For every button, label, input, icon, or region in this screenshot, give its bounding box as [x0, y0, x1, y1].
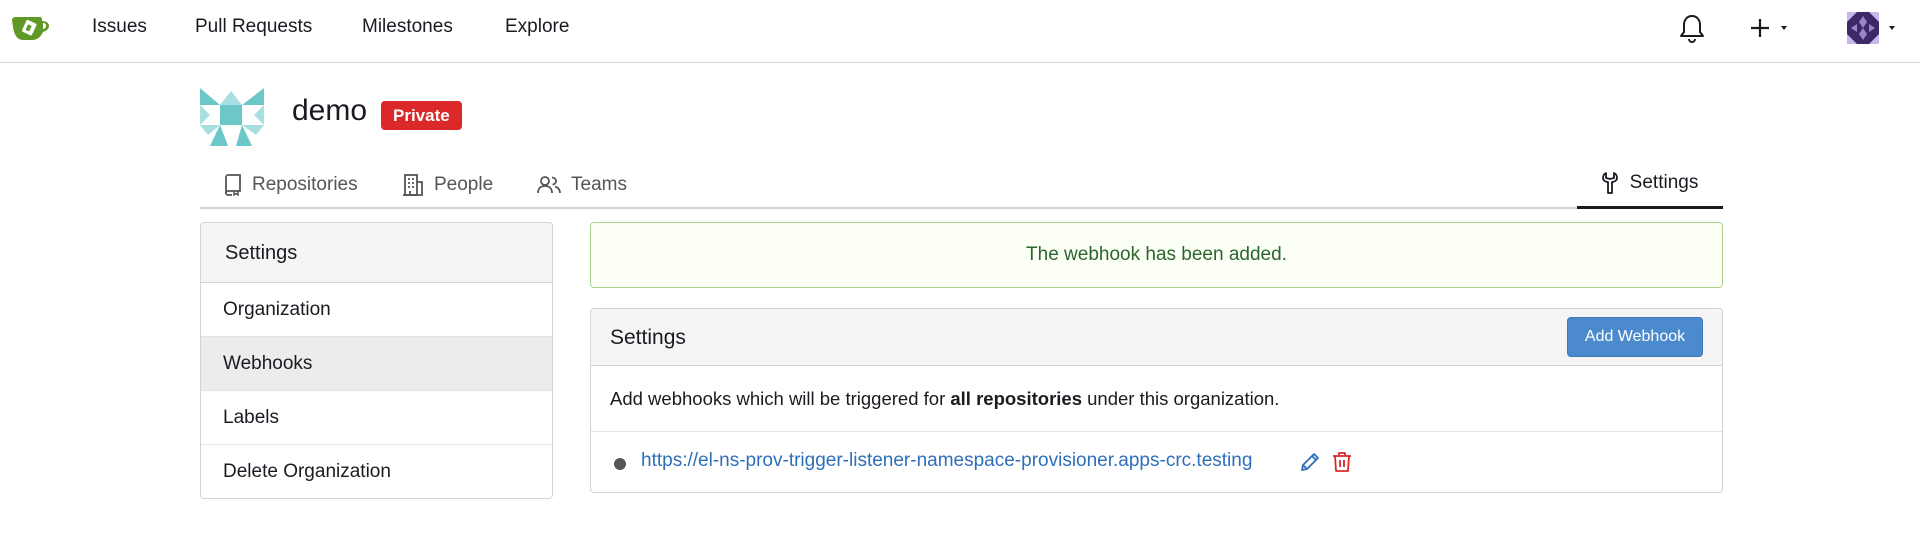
gitea-logo-icon[interactable] [10, 12, 50, 42]
sidebar-item-organization[interactable]: Organization [201, 283, 552, 337]
settings-sidebar: Settings Organization Webhooks Labels De… [200, 222, 553, 499]
plus-icon[interactable] [1746, 10, 1794, 46]
desc-text: Add webhooks which will be triggered for [610, 388, 951, 409]
private-badge: Private [381, 101, 462, 130]
tab-label: People [434, 173, 494, 195]
sidebar-header: Settings [201, 223, 552, 283]
people-icon [537, 175, 561, 193]
nav-explore[interactable]: Explore [505, 16, 569, 38]
org-name: demo [292, 94, 368, 127]
webhooks-description: Add webhooks which will be triggered for… [591, 366, 1722, 432]
nav-pull-requests[interactable]: Pull Requests [195, 16, 312, 38]
repo-icon [225, 173, 241, 196]
tab-teams[interactable]: Teams [537, 160, 627, 209]
org-tabs: Repositories People Teams Settings [200, 160, 1723, 209]
nav-issues[interactable]: Issues [92, 16, 147, 38]
webhook-row: https://el-ns-prov-trigger-listener-name… [591, 432, 1722, 492]
sidebar-item-labels[interactable]: Labels [201, 391, 552, 445]
tab-repositories[interactable]: Repositories [224, 160, 358, 209]
building-icon [403, 173, 423, 196]
tab-settings[interactable]: Settings [1577, 160, 1723, 209]
trash-icon[interactable] [1332, 451, 1352, 473]
webhook-url-link[interactable]: https://el-ns-prov-trigger-listener-name… [641, 450, 1252, 472]
panel-header: Settings Add Webhook [591, 309, 1722, 366]
nav-milestones[interactable]: Milestones [362, 16, 453, 38]
tab-people[interactable]: People [402, 160, 493, 209]
user-avatar-menu[interactable] [1845, 10, 1901, 50]
panel-title: Settings [610, 326, 686, 349]
desc-bold: all repositories [950, 388, 1082, 409]
tab-label: Repositories [252, 173, 358, 195]
pencil-icon[interactable] [1299, 451, 1321, 473]
desc-text-end: under this organization. [1081, 388, 1280, 409]
tab-label: Settings [1629, 172, 1699, 193]
tab-label: Teams [571, 173, 627, 195]
webhooks-panel: Settings Add Webhook Add webhooks which … [590, 308, 1723, 493]
sidebar-item-delete-organization[interactable]: Delete Organization [201, 445, 552, 498]
sidebar-item-webhooks[interactable]: Webhooks [201, 337, 552, 391]
user-avatar[interactable] [1845, 10, 1901, 50]
bell-icon[interactable] [1677, 10, 1707, 46]
success-alert: The webhook has been added. [590, 222, 1723, 288]
top-navbar: Issues Pull Requests Milestones Explore [0, 0, 1920, 63]
tools-icon [1601, 172, 1618, 194]
org-avatar [200, 88, 264, 146]
add-webhook-button[interactable]: Add Webhook [1567, 317, 1703, 357]
webhook-status-dot [614, 458, 626, 470]
